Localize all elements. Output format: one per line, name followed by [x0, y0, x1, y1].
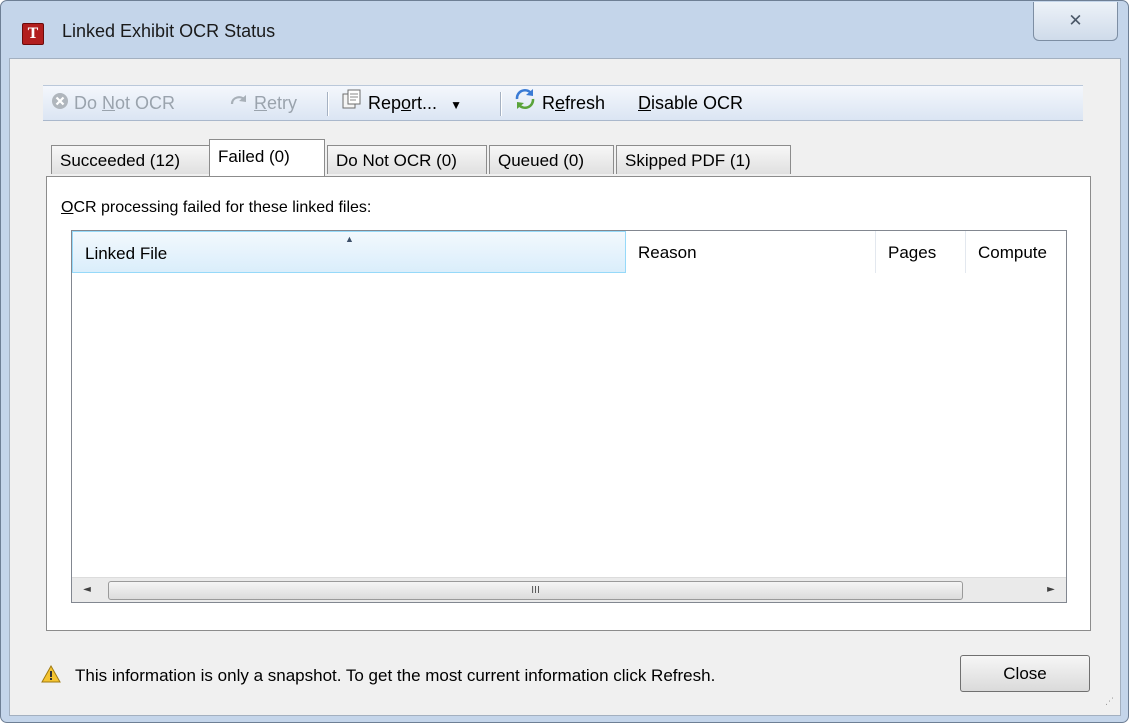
close-button[interactable]: Close — [960, 655, 1090, 692]
panel-caption: OCR processing failed for these linked f… — [61, 199, 371, 217]
dialog-window: T Linked Exhibit OCR Status ✕ Do Not OCR… — [0, 0, 1129, 723]
retry-label: etry — [267, 93, 298, 113]
app-icon: T — [22, 23, 44, 45]
do-not-ocr-label-a: Do — [74, 93, 103, 113]
dialog-body: Do Not OCR Retry Report... ▼ Refresh Dis… — [9, 58, 1121, 716]
tab-succeeded[interactable]: Succeeded (12) — [51, 145, 211, 174]
scroll-thumb[interactable]: III — [108, 581, 963, 600]
close-icon: ✕ — [1068, 11, 1083, 31]
tab-failed[interactable]: Failed (0) — [209, 139, 325, 176]
do-not-ocr-button[interactable]: Do Not OCR — [51, 86, 175, 120]
report-label-key: o — [401, 93, 412, 113]
column-header-computer[interactable]: Compute — [966, 231, 1066, 273]
title-bar[interactable]: T Linked Exhibit OCR Status ✕ — [1, 1, 1128, 59]
refresh-label-key: e — [555, 93, 566, 113]
refresh-button[interactable]: Refresh — [513, 86, 605, 120]
warning-icon — [41, 664, 61, 688]
column-label: Compute — [978, 243, 1047, 262]
disable-ocr-button[interactable]: Disable OCR — [638, 86, 743, 120]
retry-label-key: R — [254, 93, 267, 113]
column-header-pages[interactable]: Pages — [876, 231, 966, 273]
do-not-ocr-label-key: N — [102, 93, 116, 113]
grip-icon: III — [531, 585, 540, 596]
disable-ocr-label: isable OCR — [651, 93, 744, 113]
resize-grip-icon[interactable]: ⋰ — [1105, 697, 1114, 707]
horizontal-scrollbar[interactable]: ◄ III ► — [72, 577, 1066, 602]
snapshot-warning: This information is only a snapshot. To … — [41, 664, 716, 688]
tab-do-not-ocr[interactable]: Do Not OCR (0) — [327, 145, 487, 174]
cancel-icon — [51, 87, 69, 121]
caption-key: O — [61, 199, 74, 216]
refresh-label-b: fresh — [565, 93, 606, 113]
retry-icon — [229, 87, 249, 121]
failed-files-grid[interactable]: ▲ Linked File Reason Pages Compute ◄ III… — [71, 230, 1067, 603]
disable-ocr-label-key: D — [638, 93, 651, 113]
warning-text: This information is only a snapshot. To … — [75, 665, 716, 685]
report-button[interactable]: Report... ▼ — [341, 86, 462, 120]
toolbar: Do Not OCR Retry Report... ▼ Refresh Dis… — [43, 85, 1083, 121]
retry-button[interactable]: Retry — [229, 86, 297, 120]
column-header-linked-file[interactable]: ▲ Linked File — [72, 231, 626, 273]
sort-ascending-icon: ▲ — [345, 234, 354, 244]
column-label: Pages — [888, 243, 937, 262]
report-icon — [341, 87, 363, 121]
toolbar-separator — [500, 92, 501, 116]
grid-header: ▲ Linked File Reason Pages Compute — [72, 231, 1066, 273]
tab-skipped-pdf[interactable]: Skipped PDF (1) — [616, 145, 791, 174]
column-label: Linked File — [85, 244, 168, 263]
arrow-left-icon: ◄ — [83, 584, 91, 595]
column-header-reason[interactable]: Reason — [626, 231, 876, 273]
chevron-down-icon[interactable]: ▼ — [450, 98, 462, 112]
tab-queued[interactable]: Queued (0) — [489, 145, 614, 174]
toolbar-separator — [327, 92, 328, 116]
report-label-b: rt... — [411, 93, 438, 113]
refresh-label-a: R — [542, 93, 555, 113]
column-label: Reason — [638, 243, 697, 262]
tab-panel-failed: OCR processing failed for these linked f… — [46, 176, 1091, 631]
refresh-icon — [513, 87, 537, 122]
caption-text: CR processing failed for these linked fi… — [73, 199, 372, 216]
scroll-right-button[interactable]: ► — [1036, 578, 1066, 602]
report-label-a: Rep — [368, 93, 402, 113]
scroll-left-button[interactable]: ◄ — [72, 578, 102, 602]
window-title: Linked Exhibit OCR Status — [62, 21, 276, 41]
arrow-right-icon: ► — [1047, 584, 1055, 595]
do-not-ocr-label-b: ot OCR — [115, 93, 176, 113]
window-close-button[interactable]: ✕ — [1033, 2, 1118, 41]
